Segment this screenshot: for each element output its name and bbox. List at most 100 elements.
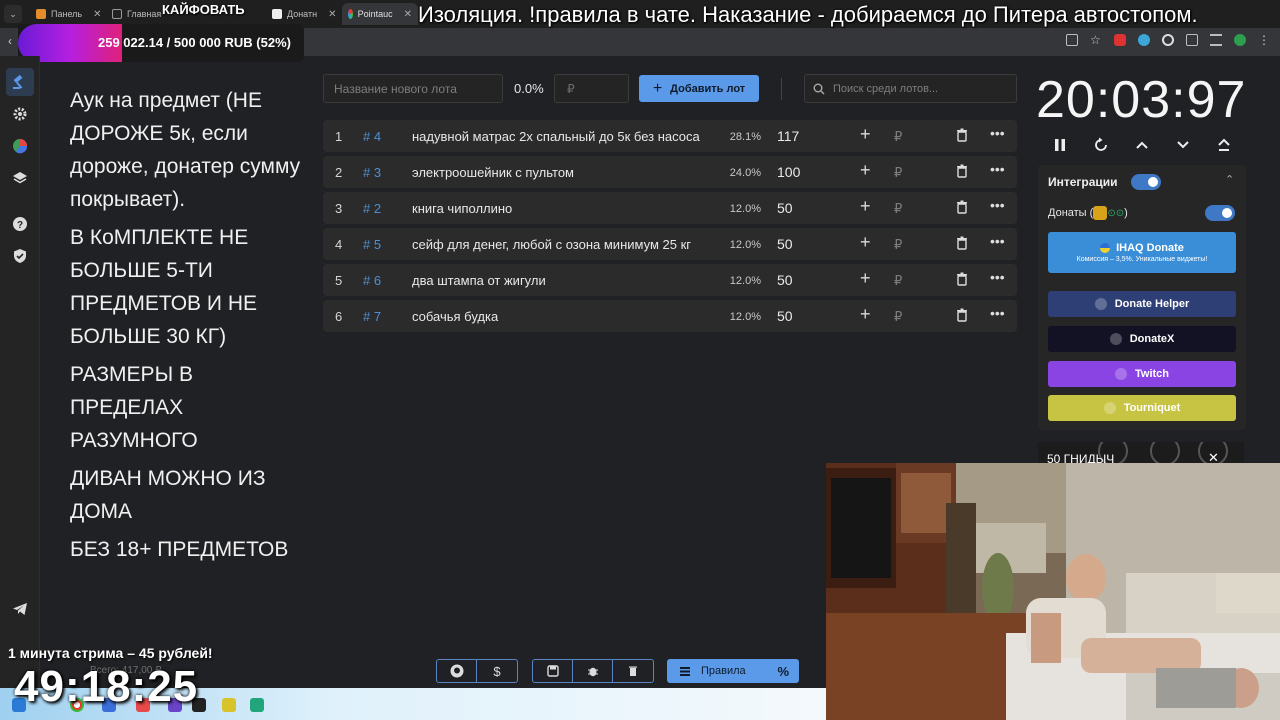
tab-donation[interactable]: Донатн ✕ bbox=[266, 3, 342, 25]
lot-amount[interactable]: 100 bbox=[777, 164, 800, 180]
taskbar-app-icon[interactable] bbox=[250, 698, 264, 712]
settings-gear-icon[interactable] bbox=[10, 104, 30, 124]
lot-amount-input[interactable]: ₽ bbox=[894, 237, 902, 253]
more-options-icon[interactable]: ••• bbox=[990, 161, 1005, 177]
close-icon[interactable]: ✕ bbox=[404, 9, 412, 20]
translate-icon[interactable] bbox=[1066, 34, 1078, 46]
lot-amount[interactable]: 50 bbox=[777, 236, 793, 252]
help-question-icon[interactable]: ? bbox=[10, 214, 30, 234]
ihaq-donate-button[interactable]: IHAQ Donate Комиссия – 3,5%. Уникальные … bbox=[1048, 232, 1236, 273]
double-chevron-up-icon[interactable] bbox=[1214, 135, 1234, 155]
wheel-chart-icon[interactable] bbox=[10, 136, 30, 156]
donate-helper-button[interactable]: Donate Helper bbox=[1048, 291, 1236, 317]
lot-name[interactable]: надувной матрас 2х спальный до 5к без на… bbox=[412, 129, 710, 144]
collapse-chevron-icon[interactable]: ⌃ bbox=[1225, 173, 1234, 186]
more-options-icon[interactable]: ••• bbox=[990, 125, 1005, 141]
add-amount-plus-icon[interactable]: + bbox=[860, 268, 871, 289]
bug-icon[interactable] bbox=[573, 660, 613, 682]
donation-goal-bar: 259 022.14 / 500 000 RUB (52%) bbox=[18, 24, 304, 62]
taskbar-app-icon[interactable] bbox=[222, 698, 236, 712]
clear-list-icon[interactable] bbox=[613, 660, 653, 682]
tab-pointauc[interactable]: Pointauc ✕ bbox=[342, 3, 418, 25]
tab-main[interactable]: Главная bbox=[106, 3, 167, 25]
back-arrow-icon[interactable]: ‹ bbox=[8, 34, 12, 48]
extension-icon[interactable] bbox=[1162, 34, 1174, 46]
browser-menu-icon[interactable]: ⋮ bbox=[1258, 34, 1270, 46]
lot-row[interactable]: 4 # 5 сейф для денег, любой с озона миниму… bbox=[323, 228, 1017, 260]
tourniquet-button[interactable]: Tourniquet bbox=[1048, 395, 1236, 421]
lot-amount-input[interactable]: ₽ bbox=[894, 309, 902, 325]
reading-list-icon[interactable] bbox=[1210, 34, 1222, 46]
lot-percent: 12.0% bbox=[729, 203, 761, 215]
delete-trash-icon[interactable] bbox=[956, 308, 968, 325]
lot-amount[interactable]: 50 bbox=[777, 308, 793, 324]
pause-icon[interactable] bbox=[1050, 135, 1070, 155]
more-options-icon[interactable]: ••• bbox=[990, 269, 1005, 285]
new-lot-name-input[interactable]: Название нового лота bbox=[323, 74, 503, 103]
add-amount-plus-icon[interactable]: + bbox=[860, 160, 871, 181]
add-amount-plus-icon[interactable]: + bbox=[860, 232, 871, 253]
lot-row[interactable]: 3 # 2 книга чиполлино 12.0% 50 + ₽ ••• bbox=[323, 192, 1017, 224]
extensions-puzzle-icon[interactable] bbox=[1186, 34, 1198, 46]
overlay-kaifovat-text: КАЙФОВАТЬ bbox=[162, 2, 245, 17]
extension-icon[interactable] bbox=[1138, 34, 1150, 46]
lot-amount-input[interactable]: ₽ bbox=[894, 201, 902, 217]
lot-row[interactable]: 1 # 4 надувной матрас 2х спальный до 5к бе… bbox=[323, 120, 1017, 152]
restart-icon[interactable] bbox=[1091, 135, 1111, 155]
delete-trash-icon[interactable] bbox=[956, 128, 968, 145]
add-amount-plus-icon[interactable]: + bbox=[860, 124, 871, 145]
telegram-icon[interactable] bbox=[10, 599, 30, 619]
add-amount-plus-icon[interactable]: + bbox=[860, 196, 871, 217]
lot-name[interactable]: собачья будка bbox=[412, 309, 710, 324]
new-lot-amount-input[interactable]: ₽ bbox=[554, 74, 629, 103]
donate-dollar-icon[interactable]: $ bbox=[477, 660, 517, 682]
save-icon[interactable] bbox=[533, 660, 573, 682]
add-amount-plus-icon[interactable]: + bbox=[860, 304, 871, 325]
chevron-up-icon[interactable] bbox=[1132, 135, 1152, 155]
donatex-button[interactable]: DonateX bbox=[1048, 326, 1236, 352]
delete-trash-icon[interactable] bbox=[956, 200, 968, 217]
github-icon[interactable] bbox=[437, 660, 477, 682]
more-options-icon[interactable]: ••• bbox=[990, 197, 1005, 213]
twitch-button[interactable]: Twitch bbox=[1048, 361, 1236, 387]
shield-icon[interactable] bbox=[10, 246, 30, 266]
delete-trash-icon[interactable] bbox=[956, 236, 968, 253]
lot-amount-input[interactable]: ₽ bbox=[894, 129, 902, 145]
lot-amount-input[interactable]: ₽ bbox=[894, 273, 902, 289]
lot-amount[interactable]: 50 bbox=[777, 200, 793, 216]
chevron-down-icon[interactable] bbox=[1173, 135, 1193, 155]
app-sidebar: ? bbox=[0, 56, 40, 720]
layers-icon[interactable] bbox=[10, 168, 30, 188]
lot-search-input[interactable]: Поиск среди лотов... bbox=[804, 74, 1017, 103]
add-lot-button[interactable]: + Добавить лот bbox=[639, 75, 759, 102]
lot-name[interactable]: два штампа от жигули bbox=[412, 273, 710, 288]
tab-panel[interactable]: Панель ✕ bbox=[30, 3, 107, 25]
lot-name[interactable]: книга чиполлино bbox=[412, 201, 710, 216]
integrations-toggle[interactable] bbox=[1131, 174, 1161, 190]
adblock-icon[interactable] bbox=[1114, 34, 1126, 46]
donations-toggle[interactable] bbox=[1205, 205, 1235, 221]
rule-line: ДИВАН МОЖНО ИЗ ДОМА bbox=[70, 467, 266, 523]
lot-row[interactable]: 6 # 7 собачья будка 12.0% 50 + ₽ ••• bbox=[323, 300, 1017, 332]
bottom-tools-group bbox=[532, 659, 654, 683]
lot-id: # 7 bbox=[363, 309, 382, 324]
lot-amount[interactable]: 50 bbox=[777, 272, 793, 288]
bookmark-star-icon[interactable]: ☆ bbox=[1090, 34, 1102, 46]
lot-row[interactable]: 5 # 6 два штампа от жигули 12.0% 50 + ₽ ••• bbox=[323, 264, 1017, 296]
percent-toggle[interactable]: % bbox=[777, 664, 789, 679]
profile-avatar[interactable] bbox=[1234, 34, 1246, 46]
more-options-icon[interactable]: ••• bbox=[990, 233, 1005, 249]
auction-hammer-icon[interactable] bbox=[6, 68, 34, 96]
lot-row[interactable]: 2 # 3 электроошейник с пультом 24.0% 100 + ₽ ••… bbox=[323, 156, 1017, 188]
lot-name[interactable]: сейф для денег, любой с озона минимум 25… bbox=[412, 237, 710, 252]
delete-trash-icon[interactable] bbox=[956, 164, 968, 181]
close-icon[interactable]: ✕ bbox=[93, 9, 101, 20]
lot-name[interactable]: электроошейник с пультом bbox=[412, 165, 710, 180]
close-icon[interactable]: ✕ bbox=[328, 9, 336, 20]
tab-search-icon[interactable]: ⌄ bbox=[4, 5, 22, 23]
rules-button[interactable]: Правила % bbox=[667, 659, 799, 683]
lot-amount-input[interactable]: ₽ bbox=[894, 165, 902, 181]
more-options-icon[interactable]: ••• bbox=[990, 305, 1005, 321]
lot-amount[interactable]: 117 bbox=[777, 128, 799, 144]
delete-trash-icon[interactable] bbox=[956, 272, 968, 289]
